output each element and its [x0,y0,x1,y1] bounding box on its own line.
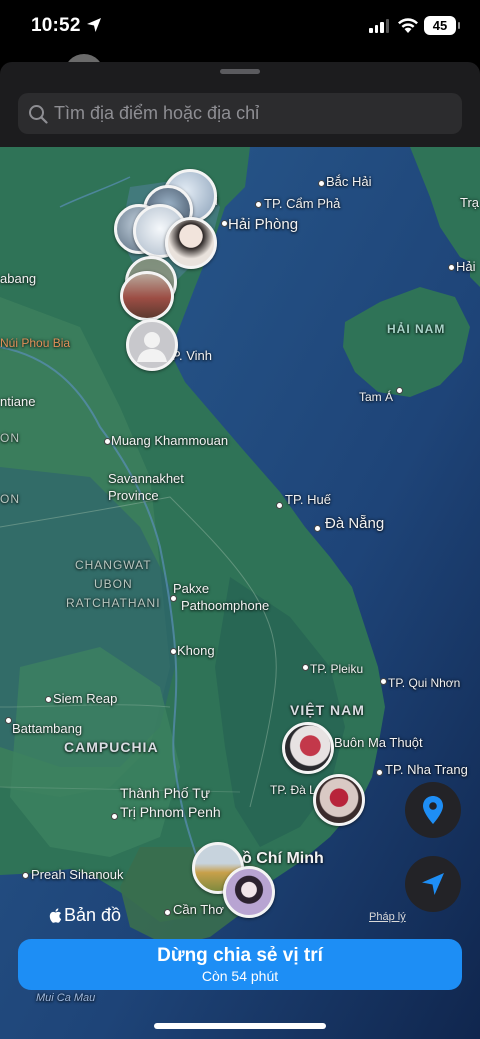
friend-avatar[interactable] [282,722,334,774]
map-label-cam-pha: TP. Cẩm Phả [264,196,341,211]
city-dot [396,387,403,394]
map-label-hai: Hải [456,259,476,274]
search-icon [29,105,48,124]
city-dot [380,678,387,685]
map-label-campuchia: CAMPUCHIA [64,739,159,755]
map-label-qui-nhon: TP. Qui Nhơn [388,676,461,690]
maps-attribution: Bản đồ [48,905,121,926]
stop-sharing-title: Dừng chia sẻ vị trí [157,944,323,966]
map-label-nui-phou-bia: Núi Phou Bia [0,336,71,350]
city-dot [276,502,283,509]
map-label-can-tho: Cần Thơ [173,902,224,917]
map-label-hai-nam: HẢI NAM [387,322,446,336]
map-label-mui-ca-mau: Mui Ca Mau [36,992,96,1004]
map-label-sihanouk: Preah Sihanouk [31,867,124,882]
city-dot [302,664,309,671]
search-sheet [0,62,480,147]
city-dot [164,909,171,916]
city-dot [376,769,383,776]
map-label-ho-chi-minh: ồ Chí Minh [242,850,324,867]
map-label-vientiane: ntiane [0,394,36,409]
map-label-pathoomphone: Pathoomphone [181,598,270,613]
map-label-nha-trang: TP. Nha Trang [385,762,468,777]
city-dot [448,264,455,271]
legal-link[interactable]: Pháp lý [369,911,406,923]
home-indicator[interactable] [154,1023,326,1029]
map-label-trang: Trạ [460,195,480,210]
map-view[interactable]: Bắc Hải TP. Cẩm Phả Trạ Hải Phòng i Hải … [0,147,480,1039]
city-dot [22,872,29,879]
sheet-grabber[interactable] [220,69,260,74]
map-label-da-nang: Đà Nẵng [325,515,385,532]
maps-attribution-label: Bản đồ [64,905,122,925]
stop-sharing-location-button[interactable]: Dừng chia sẻ vị trí Còn 54 phút [18,939,462,990]
cellular-signal-icon [369,19,389,33]
friend-avatar[interactable] [120,271,174,321]
search-bar[interactable] [18,93,462,134]
current-location-button[interactable] [405,856,461,912]
apple-logo-icon [49,908,62,923]
friend-avatar[interactable] [313,774,365,826]
time-remaining: Còn 54 phút [201,967,279,984]
city-dot [111,813,118,820]
map-label-da-lat: TP. Đà L [270,783,316,797]
map-label-phnom-penh: Thành Phố Tự Trị Phnom Penh [120,785,221,820]
map-label-khong: Khong [177,643,215,658]
city-dot [221,220,228,227]
status-bar: 10:52 45 [0,0,480,56]
city-dot [314,525,321,532]
status-time: 10:52 [31,15,81,36]
map-label-buon-ma-thuot: Buôn Ma Thuột [334,735,423,750]
city-dot [170,595,177,602]
map-label-viet-nam: VIỆT NAM [290,702,365,718]
locate-pin-button[interactable] [405,782,461,838]
location-arrow-icon [87,18,101,32]
location-arrow-icon [422,873,444,895]
person-icon [137,332,167,362]
city-dot [104,438,111,445]
map-label-pakxe: Pakxe [173,581,210,596]
wifi-icon [398,18,418,33]
location-pin-icon [423,796,443,824]
map-label-on-1: ON [0,431,20,445]
map-label-savannakhet: Savannakhet Province [108,471,184,503]
map-label-bac-hai: Bắc Hải [326,174,372,189]
map-label-hai-phong: Hải Phòng [228,216,299,233]
map-label-on-2: ON [0,492,20,506]
map-label-siem-reap: Siem Reap [53,691,118,706]
city-dot [170,648,177,655]
friend-avatar-placeholder[interactable] [126,319,178,371]
map-label-ubon-ratchathani: CHANGWAT UBON RATCHATHANI [66,558,161,610]
friend-avatar[interactable] [223,866,275,918]
map-label-vinh: P. Vinh [172,348,213,363]
city-dot [5,717,12,724]
city-dot [45,696,52,703]
friend-avatar[interactable] [165,217,217,269]
map-label-tam-a: Tam Á [359,390,394,404]
map-label-hue: TP. Huế [285,492,332,507]
search-input[interactable] [54,93,454,134]
city-dot [255,201,262,208]
city-dot [318,180,325,187]
map-label-abang: abang [0,271,37,286]
map-label-muang-khammouan: Muang Khammouan [111,433,229,448]
map-label-pleiku: TP. Pleiku [310,662,364,676]
map-label-battambang: Battambang [12,721,83,736]
battery-icon: 45 [424,16,460,35]
